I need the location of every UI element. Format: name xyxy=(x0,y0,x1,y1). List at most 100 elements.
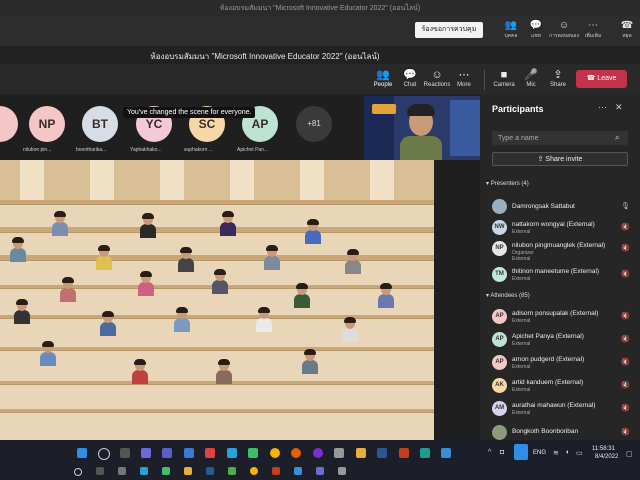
request-control-button[interactable]: ร้องขอการควบคุม xyxy=(415,22,483,38)
leave-icon[interactable]: ☎ หยุด xyxy=(612,20,640,40)
chat-icon[interactable]: 💬 แชท xyxy=(521,20,551,40)
avatar: NP xyxy=(492,241,507,256)
app-icon[interactable] xyxy=(294,467,302,475)
powerpoint-icon[interactable] xyxy=(399,448,409,458)
meeting-controls: 👥 People 💬 Chat ☺ Reactions ⋯ More ■ Camera 🎤… xyxy=(0,64,640,94)
chrome-icon[interactable] xyxy=(270,448,280,458)
attendee-video xyxy=(378,283,394,308)
participant-row[interactable]: NP nilubon pingmuanglek (External) Organ… xyxy=(492,240,634,266)
app-icon[interactable] xyxy=(441,448,451,458)
participant-row[interactable]: AK artid kanduem (External) External 🔇 xyxy=(492,377,634,397)
app-icon[interactable] xyxy=(184,467,192,475)
app-icon[interactable] xyxy=(338,467,346,475)
avatar[interactable] xyxy=(0,106,18,142)
start-icon[interactable] xyxy=(77,448,87,458)
avatar[interactable]: NP xyxy=(29,106,65,142)
more-icon[interactable]: ⋯ เพิ่มเติม xyxy=(578,20,608,40)
attendee-video xyxy=(294,283,310,308)
close-icon[interactable]: ✕ xyxy=(615,102,623,113)
participants-panel: Participants ⋯ ✕ ⌕ ⇪ Share invite ▾ Pres… xyxy=(480,94,640,440)
app-icon[interactable] xyxy=(205,448,215,458)
avatar-name: Apichet Pan... xyxy=(237,147,269,153)
avatar: TM xyxy=(492,267,507,282)
volume-icon[interactable]: ◖ xyxy=(565,449,569,456)
app-icon[interactable] xyxy=(96,467,104,475)
app-icon[interactable] xyxy=(140,467,148,475)
app-tray-icon[interactable]: ◘ xyxy=(500,449,504,456)
avatar xyxy=(492,199,507,214)
more-button[interactable]: ⋯ More xyxy=(447,68,481,88)
scene-toast: You've changed the scene for everyone. xyxy=(123,107,256,118)
divider xyxy=(484,70,485,90)
app-icon[interactable] xyxy=(272,467,280,475)
attendee-video xyxy=(212,269,228,294)
clock-date[interactable]: 8/4/2022 xyxy=(595,454,618,460)
participant-row[interactable]: NW nattakorn wongyai (External) External… xyxy=(492,219,634,239)
app-icon[interactable] xyxy=(420,448,430,458)
app-icon[interactable] xyxy=(184,448,194,458)
attendee-video xyxy=(302,349,318,374)
attendee-video xyxy=(216,359,232,384)
more-options-icon[interactable]: ⋯ xyxy=(598,102,607,113)
teams-chat-icon[interactable] xyxy=(141,448,151,458)
clock-time[interactable]: 11:58:31 xyxy=(592,446,615,452)
leave-button[interactable]: ☎ Leave xyxy=(576,70,627,88)
meeting-title: ห้องอบรมสัมมนา "Microsoft Innovative Edu… xyxy=(150,52,380,61)
app-icon[interactable] xyxy=(316,467,324,475)
mic-icon: 🎙 xyxy=(621,203,630,210)
avatar xyxy=(492,425,507,440)
search-icon[interactable] xyxy=(98,448,110,460)
more-participants-button[interactable]: +81 xyxy=(296,106,332,142)
participant-row[interactable]: AP adisorn ponsupalak (External) Externa… xyxy=(492,308,634,328)
mic-off-icon: 🔇 xyxy=(621,382,630,389)
self-video xyxy=(364,96,480,160)
participant-row[interactable]: Damrongsak Sattabut 🎙 xyxy=(492,198,634,218)
participant-row[interactable]: AM aurathai mahawun (External) External … xyxy=(492,400,634,420)
mic-off-icon: 🔇 xyxy=(621,313,630,320)
attendee-video xyxy=(305,219,321,244)
presenters-header[interactable]: ▾ Presenters (4) xyxy=(486,180,529,187)
avatar: NW xyxy=(492,220,507,235)
attendee-video xyxy=(220,211,236,236)
notification-icon[interactable]: ▢ xyxy=(626,450,633,458)
participant-row[interactable]: AP Apichet Panya (External) External 🔇 xyxy=(492,331,634,351)
avatar-name: Yaphakhako... xyxy=(130,147,162,153)
word-icon[interactable] xyxy=(377,448,387,458)
attendee-video xyxy=(264,245,280,270)
wifi-icon[interactable]: ≋ xyxy=(553,449,559,457)
search-icon[interactable] xyxy=(74,468,82,476)
app-icon[interactable] xyxy=(334,448,344,458)
app-icon[interactable] xyxy=(250,467,258,475)
file-explorer-icon[interactable] xyxy=(356,448,366,458)
avatar-name: nilubon pin... xyxy=(23,147,52,153)
mic-icon[interactable] xyxy=(514,444,528,460)
attendee-video xyxy=(52,211,68,236)
battery-icon[interactable]: ▭ xyxy=(576,449,583,457)
language-indicator[interactable]: ENG xyxy=(533,450,546,456)
attendees-header[interactable]: ▾ Attendees (85) xyxy=(486,292,530,299)
participant-row[interactable]: TM thitinon maneetume (External) Externa… xyxy=(492,266,634,286)
chevron-up-icon[interactable]: ^ xyxy=(488,449,491,456)
window-title-bar: ห้องอบรมสัมมนา "Microsoft Innovative Edu… xyxy=(0,0,640,16)
share-button[interactable]: ⇪ Share xyxy=(541,68,575,88)
app-icon[interactable] xyxy=(227,448,237,458)
app-icon[interactable] xyxy=(118,467,126,475)
share-invite-button[interactable]: ⇪ Share invite xyxy=(492,152,628,166)
task-view-icon[interactable] xyxy=(120,448,130,458)
app-icon[interactable] xyxy=(162,467,170,475)
share-icon: ⇪ xyxy=(553,69,563,81)
meeting-title-bar: ห้องอบรมสัมมนา "Microsoft Innovative Edu… xyxy=(0,46,640,64)
participant-search-input[interactable] xyxy=(492,131,628,145)
app-icon[interactable] xyxy=(313,448,323,458)
participant-row[interactable]: AP arnon pudgerd (External) External 🔇 xyxy=(492,354,634,374)
edge-icon[interactable] xyxy=(248,448,258,458)
app-icon[interactable] xyxy=(206,467,214,475)
app-icon[interactable] xyxy=(228,467,236,475)
avatar[interactable]: BT xyxy=(82,106,118,142)
panel-title: Participants xyxy=(492,104,544,114)
attendee-video xyxy=(100,311,116,336)
mic-off-icon: 🔇 xyxy=(621,336,630,343)
reactions-icon[interactable]: ☺ การตอบสนอง xyxy=(549,20,579,40)
teams-icon[interactable] xyxy=(162,448,172,458)
firefox-icon[interactable] xyxy=(291,448,301,458)
